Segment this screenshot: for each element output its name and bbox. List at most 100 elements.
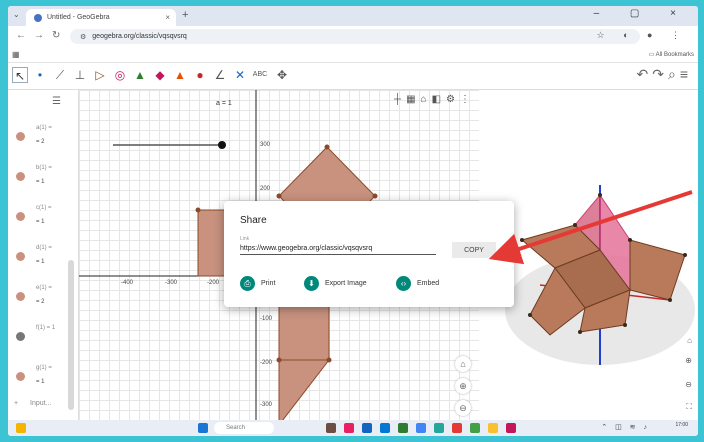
home-icon[interactable]: ⌂ <box>421 94 432 105</box>
chrome-icon[interactable] <box>416 423 426 433</box>
taskbar-app-icon[interactable] <box>326 423 336 433</box>
algebra-input[interactable]: + Input... <box>14 400 51 407</box>
3d-zoom-in-icon[interactable]: ⊕ <box>685 356 692 365</box>
algebra-row[interactable]: b(1) = = 1 <box>8 160 78 198</box>
browser-tab[interactable]: Untitled - GeoGebra × <box>26 9 176 26</box>
export-image-label: Export Image <box>325 280 367 287</box>
redo-icon[interactable]: ↷ <box>652 66 668 82</box>
start-icon[interactable] <box>198 423 208 433</box>
code-icon: ‹› <box>396 276 411 291</box>
visibility-toggle-icon[interactable] <box>16 292 25 301</box>
omnibox[interactable]: ⚙ geogebra.org/classic/vqsqvsrq <box>70 29 640 44</box>
pyramid-tool-icon[interactable]: ▲ <box>132 67 148 83</box>
algebra-row[interactable]: c(1) = = 1 <box>8 200 78 238</box>
angle-tool-icon[interactable]: ∠ <box>212 67 228 83</box>
address-bar: ← → ↻ ⚙ geogebra.org/classic/vqsqvsrq ☆ … <box>8 26 698 48</box>
taskbar-app-icon[interactable] <box>488 423 498 433</box>
export-image-button[interactable]: ⬇ Export Image <box>304 276 367 291</box>
close-tab-icon[interactable]: × <box>165 13 170 22</box>
move-tool-icon[interactable]: ↖ <box>12 67 28 83</box>
line-tool-icon[interactable]: ⟋ <box>52 67 68 83</box>
new-tab-button[interactable]: + <box>182 9 188 21</box>
dialog-title: Share <box>240 215 267 226</box>
perpendicular-tool-icon[interactable]: ⊥ <box>72 67 88 83</box>
algebra-row-text: c(1) = <box>36 205 52 211</box>
edge-icon[interactable] <box>380 423 390 433</box>
copy-button[interactable]: COPY <box>452 242 496 258</box>
rotate-view-tool-icon[interactable]: ✥ <box>274 67 290 83</box>
plane-tool-icon[interactable]: ◆ <box>152 67 168 83</box>
apps-icon[interactable]: ▦ <box>12 50 20 59</box>
sphere-tool-icon[interactable]: ● <box>192 67 208 83</box>
weather-icon[interactable] <box>16 423 26 433</box>
add-icon[interactable]: + <box>14 400 18 407</box>
all-bookmarks-label: All Bookmarks <box>655 52 694 58</box>
polygon-tool-icon[interactable]: ▷ <box>92 67 108 83</box>
share-link-field[interactable]: https://www.geogebra.org/classic/vqsqvsr… <box>240 245 436 255</box>
3d-zoom-out-icon[interactable]: ⊖ <box>685 380 692 389</box>
more-icon[interactable]: ⋮ <box>460 94 475 105</box>
algebra-row-text: g(1) = <box>36 365 52 371</box>
window-controls[interactable]: – ▢ × <box>594 8 690 19</box>
y-tick-label: -100 <box>260 316 273 322</box>
visibility-toggle-icon[interactable] <box>16 372 25 381</box>
geogebra-toolbar: ↖ • ⟋ ⊥ ▷ ◎ ▲ ◆ ▲ ● ∠ ✕ ABC ✥ ↶↷⌕≡ <box>8 63 698 90</box>
zoom-in-icon[interactable]: ⊕ <box>455 378 471 394</box>
folder-icon: ▭ <box>648 52 655 58</box>
graphics-style-bar: ┼▦⌂◧⚙⋮ <box>394 94 475 105</box>
x-tick-label: -300 <box>165 280 178 286</box>
axes-toggle-icon[interactable]: ┼ <box>394 94 406 105</box>
home-view-icon[interactable]: ⌂ <box>455 356 471 372</box>
taskbar-app-icon[interactable] <box>434 423 444 433</box>
algebra-row-text: f(1) = 1 <box>36 325 56 331</box>
text-tool-icon[interactable]: ABC <box>252 67 268 83</box>
browser-actions[interactable]: ☆ ◐ ● ⋮ <box>597 30 688 41</box>
fullscreen-icon[interactable]: ⛶ <box>686 402 692 412</box>
reload-icon[interactable]: ↻ <box>52 30 60 41</box>
site-info-icon[interactable]: ⚙ <box>80 33 86 41</box>
undo-icon[interactable]: ↶ <box>637 66 653 82</box>
reflect-tool-icon[interactable]: ✕ <box>232 67 248 83</box>
bookmarks-bar: ▦ ▭ All Bookmarks <box>8 48 698 63</box>
circle-tool-icon[interactable]: ◎ <box>112 67 128 83</box>
clock[interactable]: 17:00 <box>675 422 688 428</box>
taskbar-app-icon[interactable] <box>506 423 516 433</box>
algebra-scrollbar[interactable] <box>68 260 74 410</box>
grid-toggle-icon[interactable]: ▦ <box>406 94 420 105</box>
visibility-toggle-icon[interactable] <box>16 172 25 181</box>
algebra-menu-icon[interactable]: ☰ <box>52 96 61 107</box>
zoom-out-icon[interactable]: ⊖ <box>455 400 471 416</box>
taskbar-app-icon[interactable] <box>344 423 354 433</box>
3d-home-icon[interactable]: ⌂ <box>687 336 692 345</box>
visibility-toggle-icon[interactable] <box>16 252 25 261</box>
back-icon[interactable]: ← <box>16 30 26 41</box>
algebra-row-value: = 2 <box>36 299 45 305</box>
cone-tool-icon[interactable]: ▲ <box>172 67 188 83</box>
share-dialog: Share Link https://www.geogebra.org/clas… <box>224 201 514 307</box>
visibility-toggle-icon[interactable] <box>16 212 25 221</box>
algebra-row[interactable]: a(1) = = 2 <box>8 120 78 158</box>
forward-icon[interactable]: → <box>34 30 44 41</box>
style-icon[interactable]: ◧ <box>432 94 446 105</box>
settings-icon[interactable]: ⚙ <box>446 94 460 105</box>
taskbar-app-icon[interactable] <box>470 423 480 433</box>
y-tick-label: -300 <box>260 402 273 408</box>
menu-icon[interactable]: ≡ <box>680 66 692 82</box>
taskbar-app-icon[interactable] <box>398 423 408 433</box>
print-button[interactable]: ⎙ Print <box>240 276 275 291</box>
taskbar-app-icon[interactable] <box>452 423 462 433</box>
all-bookmarks-link[interactable]: ▭ All Bookmarks <box>649 51 694 58</box>
visibility-toggle-icon[interactable] <box>16 332 25 341</box>
system-tray[interactable]: ⌃ ◫ ≋ ♪ <box>601 423 650 431</box>
embed-button[interactable]: ‹› Embed <box>396 276 439 291</box>
search-icon[interactable]: ⌕ <box>668 66 680 82</box>
taskbar-app-icon[interactable] <box>362 423 372 433</box>
visibility-toggle-icon[interactable] <box>16 132 25 141</box>
url-text[interactable]: geogebra.org/classic/vqsqvsrq <box>92 33 187 40</box>
net-face-bottom[interactable] <box>278 359 331 420</box>
y-tick-label: 300 <box>260 142 271 148</box>
tab-search-icon[interactable]: ⌄ <box>13 10 20 19</box>
point-tool-icon[interactable]: • <box>32 67 48 83</box>
taskbar-search[interactable]: Search <box>214 422 274 434</box>
slider-handle[interactable] <box>218 141 226 149</box>
